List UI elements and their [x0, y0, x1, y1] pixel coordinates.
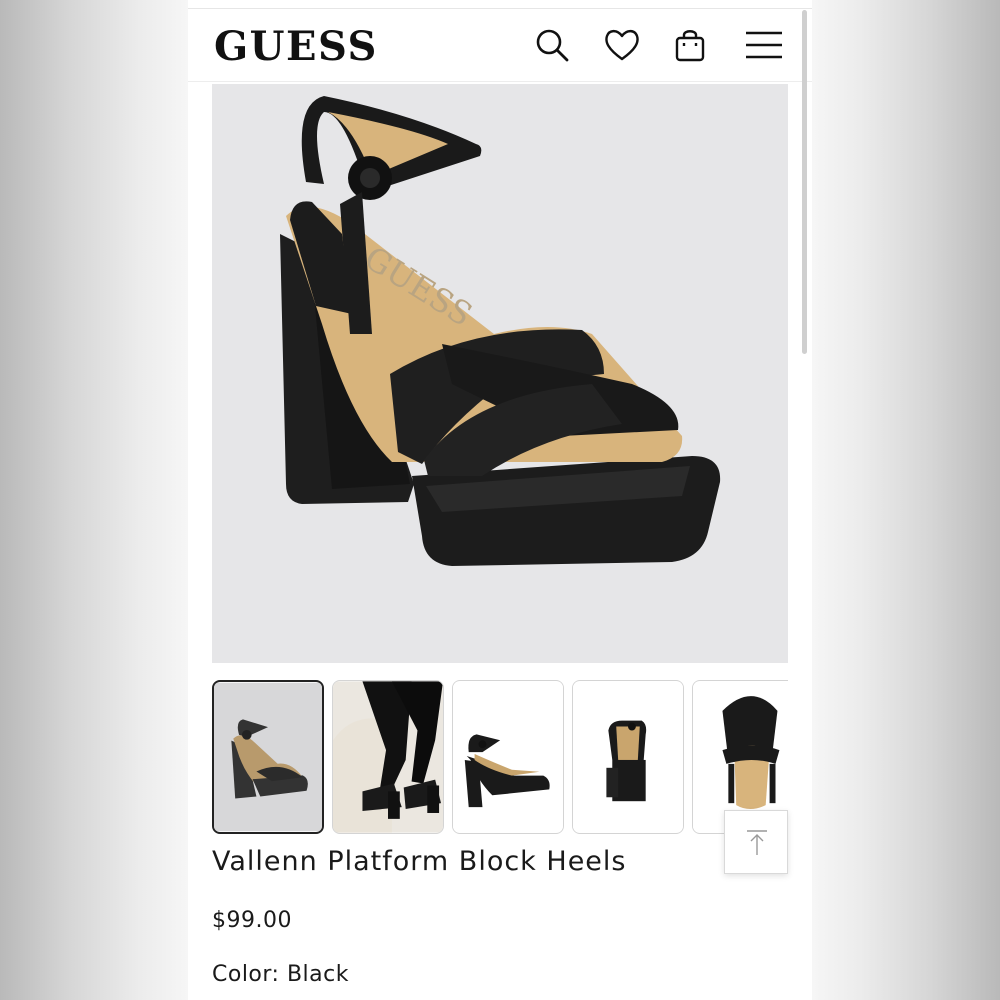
- menu-icon[interactable]: [744, 25, 784, 65]
- thumbnail-side-view[interactable]: [452, 680, 564, 834]
- shopping-bag-icon[interactable]: [670, 25, 710, 65]
- product-title: Vallenn Platform Block Heels: [212, 846, 627, 877]
- thumbnail-strip: [212, 680, 788, 834]
- color-value: Black: [286, 962, 349, 987]
- guess-logo[interactable]: GUESS: [214, 23, 378, 70]
- product-price: $99.00: [212, 908, 292, 933]
- thumbnail-worn-view[interactable]: [332, 680, 444, 834]
- product-main-image[interactable]: GUESS: [212, 84, 788, 663]
- site-header: GUESS: [188, 8, 812, 82]
- heart-icon[interactable]: [602, 25, 642, 65]
- scrollbar[interactable]: [802, 10, 807, 354]
- mobile-page: GUESS GUESS Vallenn Platform Block Heels…: [188, 0, 812, 1000]
- search-icon[interactable]: [532, 25, 572, 65]
- thumbnail-back-view[interactable]: [572, 680, 684, 834]
- scroll-to-top-button[interactable]: [724, 810, 788, 874]
- product-color: Color: Black: [212, 962, 349, 987]
- color-label: Color:: [212, 962, 280, 987]
- arrow-up-icon: [747, 830, 767, 855]
- thumbnail-angle-view[interactable]: [212, 680, 324, 834]
